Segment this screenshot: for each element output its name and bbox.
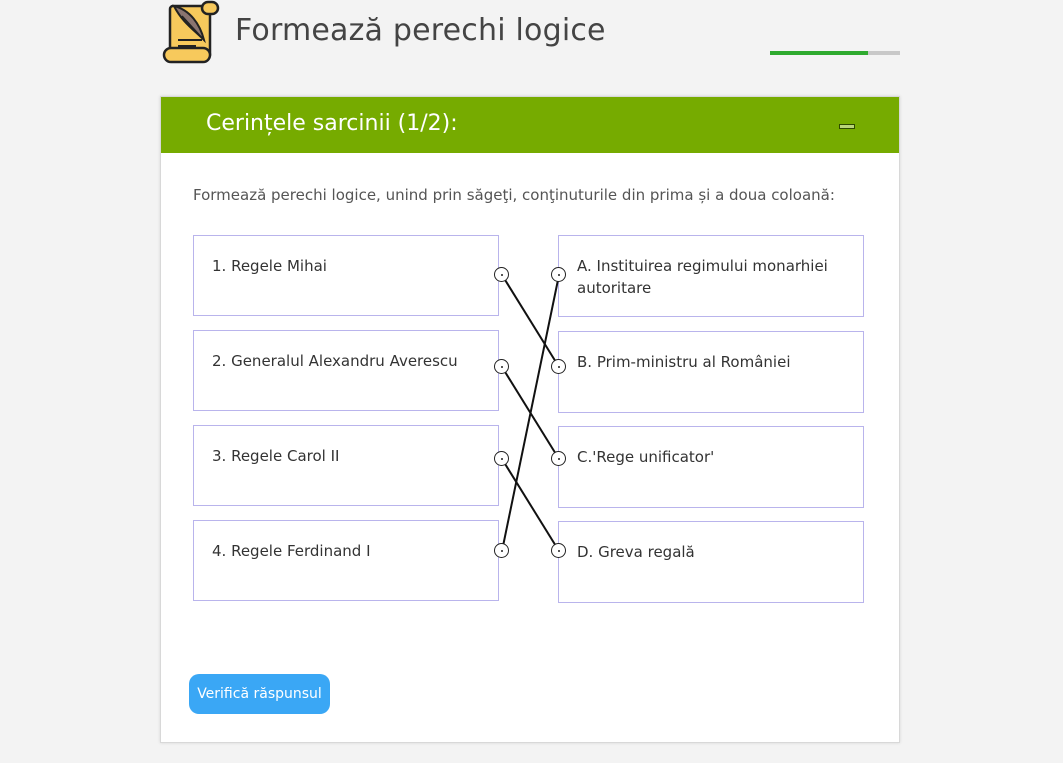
page-title: Formează perechi logice: [235, 13, 606, 48]
right-item-c[interactable]: C.'Rege unificator': [558, 426, 864, 508]
left-connector-3[interactable]: [494, 451, 509, 466]
right-item-label: D. Greva regală: [577, 543, 695, 561]
progress-fill: [770, 51, 868, 55]
card-header: Cerințele sarcinii (1/2):: [161, 97, 899, 153]
verify-answer-button[interactable]: Verifică răspunsul: [189, 674, 330, 714]
left-item-label: 1. Regele Mihai: [212, 257, 327, 275]
left-item-2[interactable]: 2. Generalul Alexandru Averescu: [193, 330, 499, 411]
connection-line-2: [501, 366, 560, 460]
left-item-label: 4. Regele Ferdinand I: [212, 542, 371, 560]
right-item-d[interactable]: D. Greva regală: [558, 521, 864, 603]
right-item-a[interactable]: A. Instituirea regimului monarhiei autor…: [558, 235, 864, 317]
scroll-quill-icon: [162, 0, 220, 64]
left-connector-1[interactable]: [494, 267, 509, 282]
left-item-label: 2. Generalul Alexandru Averescu: [212, 352, 458, 370]
connection-line-3: [501, 458, 560, 552]
right-item-label: B. Prim-ministru al României: [577, 353, 791, 371]
card-title: Cerințele sarcinii (1/2):: [206, 111, 458, 136]
left-connector-2[interactable]: [494, 359, 509, 374]
right-connector-c[interactable]: [551, 451, 566, 466]
task-card: Cerințele sarcinii (1/2): Formează perec…: [160, 96, 900, 743]
right-item-label: C.'Rege unificator': [577, 448, 715, 466]
right-connector-a[interactable]: [551, 267, 566, 282]
instruction-text: Formează perechi logice, unind prin săge…: [193, 186, 835, 204]
right-connector-d[interactable]: [551, 543, 566, 558]
left-connector-4[interactable]: [494, 543, 509, 558]
right-connector-b[interactable]: [551, 359, 566, 374]
page-header: Formează perechi logice: [160, 0, 900, 70]
left-item-4[interactable]: 4. Regele Ferdinand I: [193, 520, 499, 601]
right-item-label: A. Instituirea regimului monarhiei autor…: [577, 257, 828, 297]
minus-icon[interactable]: [839, 124, 855, 129]
connection-line-4: [501, 274, 560, 552]
right-item-b[interactable]: B. Prim-ministru al României: [558, 331, 864, 413]
left-item-label: 3. Regele Carol II: [212, 447, 340, 465]
left-item-1[interactable]: 1. Regele Mihai: [193, 235, 499, 316]
left-item-3[interactable]: 3. Regele Carol II: [193, 425, 499, 506]
progress-bar: [770, 51, 900, 55]
connection-line-1: [501, 274, 560, 368]
